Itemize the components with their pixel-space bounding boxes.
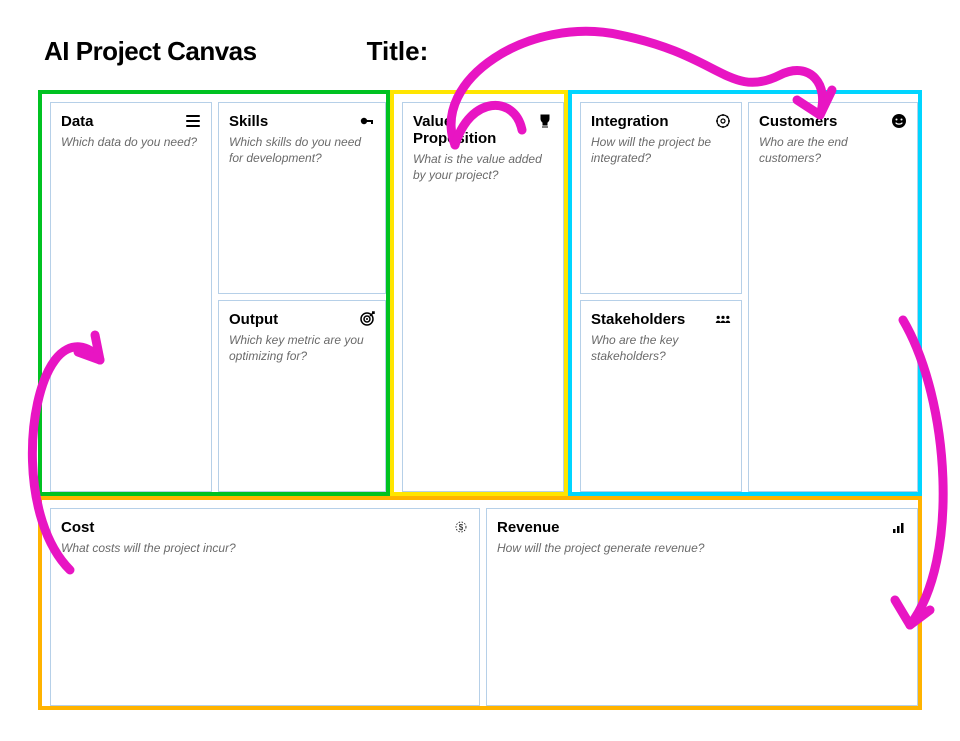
list-icon	[185, 113, 201, 129]
gear-icon	[715, 113, 731, 129]
block-revenue[interactable]: Revenue How will the project generate re…	[486, 508, 918, 706]
face-icon	[891, 113, 907, 129]
key-icon	[359, 113, 375, 129]
group-value: Value Proposition What is the value adde…	[390, 90, 568, 496]
block-customers-label: Customers	[759, 113, 837, 130]
block-skills[interactable]: Skills Which skills do you need for deve…	[218, 102, 386, 294]
block-skills-label: Skills	[229, 113, 268, 130]
block-integration[interactable]: Integration How will the project be inte…	[580, 102, 742, 294]
group-customers: Integration How will the project be inte…	[568, 90, 922, 496]
dollar-icon: $	[453, 519, 469, 535]
title-field-label: Title:	[367, 36, 429, 67]
block-output[interactable]: Output Which key metric are you optimizi…	[218, 300, 386, 492]
block-data-desc: Which data do you need?	[61, 134, 201, 150]
header: AI Project Canvas Title:	[0, 0, 960, 67]
block-output-label: Output	[229, 311, 278, 328]
canvas-title: AI Project Canvas	[44, 36, 257, 67]
block-customers[interactable]: Customers Who are the end customers?	[748, 102, 918, 492]
block-value-label: Value Proposition	[413, 113, 537, 147]
group-financials: Cost $ What costs will the project incur…	[38, 496, 922, 710]
block-stakeholders-desc: Who are the key stakeholders?	[591, 332, 731, 364]
block-value-desc: What is the value added by your project?	[413, 151, 553, 183]
block-cost-desc: What costs will the project incur?	[61, 540, 469, 556]
block-customers-desc: Who are the end customers?	[759, 134, 907, 166]
block-cost-label: Cost	[61, 519, 94, 536]
block-revenue-desc: How will the project generate revenue?	[497, 540, 907, 556]
group-ingredients: Data Which data do you need? Skills Whic…	[38, 90, 390, 496]
block-data-label: Data	[61, 113, 94, 130]
block-integration-label: Integration	[591, 113, 669, 130]
bars-icon	[891, 519, 907, 535]
target-icon	[359, 311, 375, 327]
block-revenue-label: Revenue	[497, 519, 560, 536]
trophy-icon	[537, 113, 553, 129]
svg-text:$: $	[459, 523, 464, 532]
people-icon	[715, 311, 731, 327]
block-skills-desc: Which skills do you need for development…	[229, 134, 375, 166]
block-cost[interactable]: Cost $ What costs will the project incur…	[50, 508, 480, 706]
block-output-desc: Which key metric are you optimizing for?	[229, 332, 375, 364]
block-value[interactable]: Value Proposition What is the value adde…	[402, 102, 564, 492]
block-stakeholders-label: Stakeholders	[591, 311, 685, 328]
block-integration-desc: How will the project be integrated?	[591, 134, 731, 166]
canvas: Data Which data do you need? Skills Whic…	[38, 90, 922, 710]
block-data[interactable]: Data Which data do you need?	[50, 102, 212, 492]
block-stakeholders[interactable]: Stakeholders Who are the key stakeholder…	[580, 300, 742, 492]
